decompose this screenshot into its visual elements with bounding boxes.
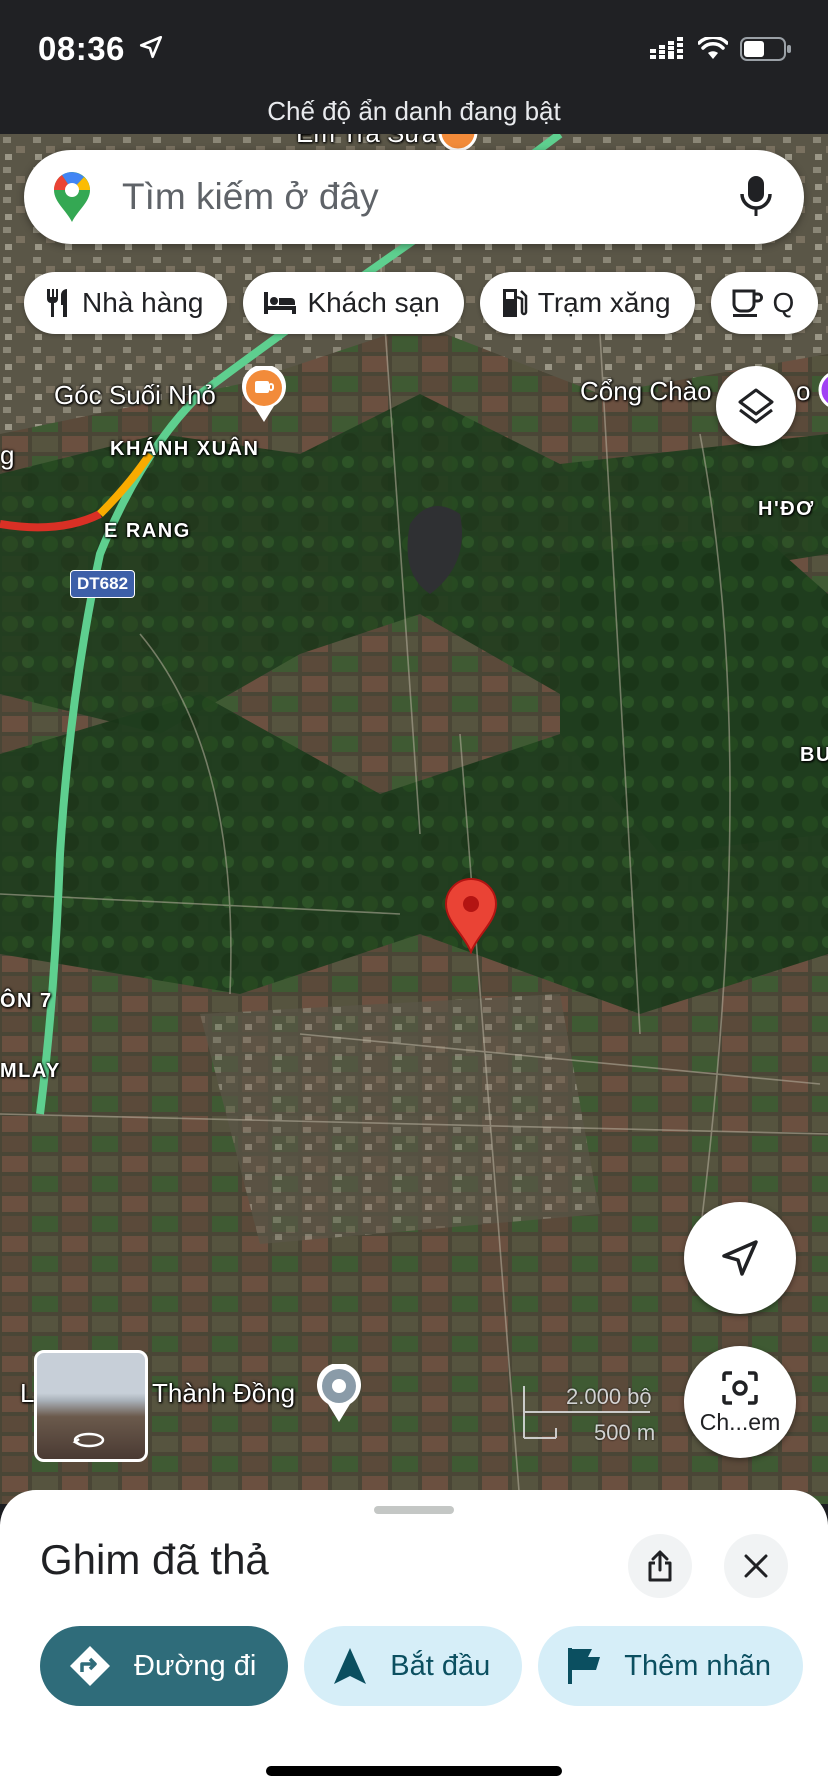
my-location-button[interactable] xyxy=(684,1202,796,1314)
street-view-360-icon xyxy=(72,1432,105,1448)
navigation-icon xyxy=(334,1648,367,1684)
account-avatar-edge[interactable] xyxy=(818,370,828,410)
navigation-arrow-icon xyxy=(722,1240,758,1276)
incognito-banner: Chế độ ẩn danh đang bật xyxy=(267,96,561,126)
map-label-thon7: ÔN 7 xyxy=(0,990,53,1012)
layers-icon xyxy=(738,388,774,424)
google-maps-logo-icon xyxy=(53,172,90,222)
cafe-pin-icon[interactable] xyxy=(240,366,288,424)
flag-icon xyxy=(568,1648,601,1684)
map-label-goc-suoi-nho[interactable]: Góc Suối Nhỏ xyxy=(54,380,216,411)
action-buttons: Đường đi Bắt đầu Thêm nhãn xyxy=(40,1626,803,1706)
map-label-e-rang: E RANG xyxy=(104,520,191,542)
status-bar: 08:36 Chế độ ẩn danh đang bật xyxy=(0,0,828,134)
place-marker-icon[interactable] xyxy=(314,1364,364,1424)
lens-label: Ch...em xyxy=(699,1408,781,1435)
scale-meters: 500 m xyxy=(594,1420,656,1445)
restaurant-icon xyxy=(47,289,67,317)
scale-feet: 2.000 bộ xyxy=(566,1384,652,1409)
map-label-top-place[interactable]: Ém Trà Sữa xyxy=(296,134,436,149)
map-label-bu: BU xyxy=(800,744,828,766)
status-time: 08:36 xyxy=(38,30,125,67)
wifi-icon xyxy=(698,37,728,59)
start-button[interactable]: Bắt đầu xyxy=(304,1626,523,1706)
road-badge: DT682 xyxy=(70,570,136,598)
map-label-khanh-xuan: KHÁNH XUÂN xyxy=(110,438,260,460)
place-bottom-sheet[interactable]: Ghim đã thả Đường đi Bắt đầu Thêm nhãn xyxy=(0,1490,828,1792)
close-icon xyxy=(744,1554,768,1578)
chip-coffee[interactable]: Q xyxy=(710,272,819,334)
cellular-signal-icon xyxy=(650,37,683,59)
map-label-thanh-dong[interactable]: Thành Đồng xyxy=(152,1378,295,1409)
microphone-icon[interactable] xyxy=(738,172,774,222)
chip-label: Q xyxy=(772,287,795,318)
layers-button[interactable] xyxy=(716,366,796,446)
search-input[interactable] xyxy=(120,170,724,224)
gas-station-icon xyxy=(502,289,528,317)
add-label-label: Thêm nhãn xyxy=(624,1649,771,1682)
battery-icon xyxy=(740,37,791,61)
chip-restaurants[interactable]: Nhà hàng xyxy=(24,272,228,334)
map-label-thanh-dong-prefix: L xyxy=(20,1378,35,1408)
location-arrow-icon xyxy=(139,35,163,59)
map-label-g: g xyxy=(0,440,15,470)
map-label-cong-chao[interactable]: Cổng Chào xyxy=(580,376,712,407)
chip-gas-stations[interactable]: Trạm xăng xyxy=(479,272,695,334)
map-scale: 2.000 bộ 500 m xyxy=(520,1382,680,1457)
share-icon xyxy=(648,1550,672,1582)
directions-label: Đường đi xyxy=(134,1649,257,1682)
add-label-button[interactable]: Thêm nhãn xyxy=(538,1626,803,1706)
chip-label: Nhà hàng xyxy=(82,287,204,318)
coffee-icon xyxy=(732,289,763,317)
chip-label: Trạm xăng xyxy=(537,287,671,318)
camera-lens-icon xyxy=(722,1370,758,1405)
start-label: Bắt đầu xyxy=(390,1649,491,1682)
close-button[interactable] xyxy=(724,1534,788,1598)
home-indicator[interactable] xyxy=(266,1766,562,1776)
map-label-mlay: MLAY xyxy=(0,1060,61,1082)
status-icons xyxy=(650,36,792,62)
street-view-thumbnail[interactable] xyxy=(34,1350,148,1462)
dropped-pin-icon[interactable] xyxy=(444,878,498,954)
map-label-cong-chao-suffix: o xyxy=(796,376,811,406)
map-label-h-don: H'ĐƠ xyxy=(758,498,815,520)
sheet-title: Ghim đã thả xyxy=(40,1536,269,1583)
search-bar[interactable] xyxy=(24,150,804,244)
share-button[interactable] xyxy=(628,1534,692,1598)
lens-search-button[interactable]: Ch...em xyxy=(684,1346,796,1458)
directions-icon xyxy=(70,1646,110,1686)
chip-hotels[interactable]: Khách sạn xyxy=(243,272,464,334)
category-chips: Nhà hàng Khách sạn Trạm xăng Q xyxy=(24,272,819,334)
chip-label: Khách sạn xyxy=(307,287,440,318)
sheet-drag-handle[interactable] xyxy=(374,1506,454,1514)
directions-button[interactable]: Đường đi xyxy=(40,1626,289,1706)
hotel-icon xyxy=(264,292,297,314)
